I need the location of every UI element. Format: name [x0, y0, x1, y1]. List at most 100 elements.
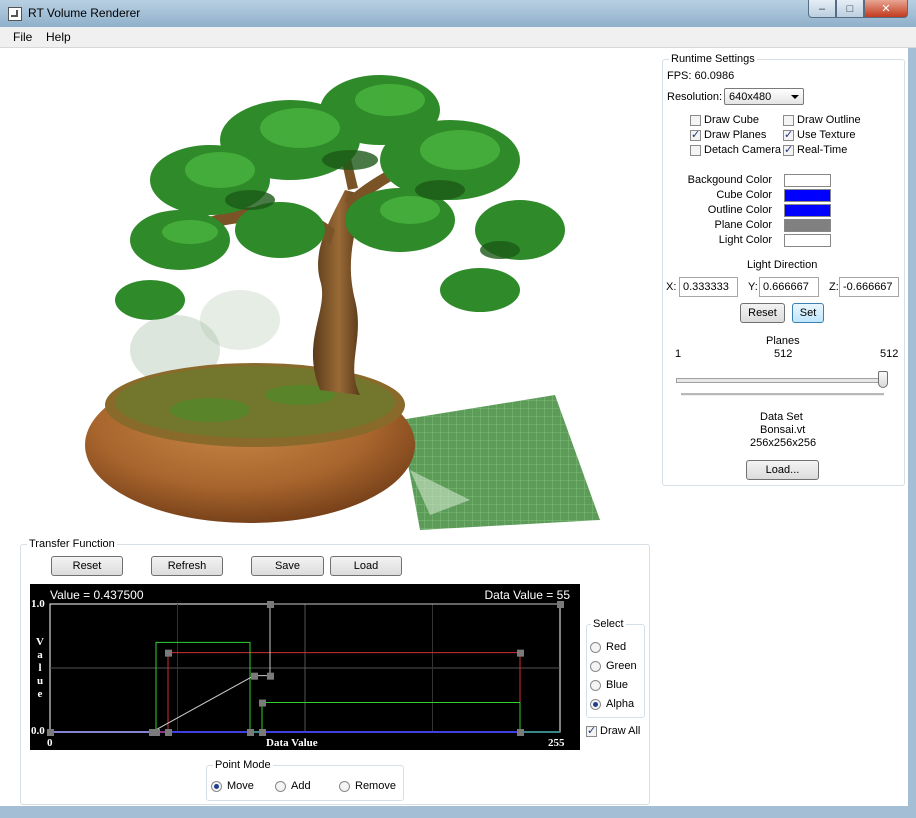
dataset-dims: 256x256x256: [750, 437, 817, 449]
control-point: [267, 672, 274, 680]
light-color-swatch[interactable]: [784, 234, 831, 247]
checkbox-box: [690, 114, 701, 126]
control-point: [247, 729, 254, 736]
planes-current: 512: [774, 348, 793, 360]
app-icon: [8, 7, 22, 21]
planes-min: 1: [675, 348, 682, 360]
fps-readout: FPS: 60.0986: [667, 70, 735, 82]
draw-outline-checkbox[interactable]: Draw Outline: [783, 114, 861, 126]
plane-color-swatch[interactable]: [784, 219, 831, 232]
planes-slider-track[interactable]: [676, 378, 888, 383]
planes-label: Planes: [766, 335, 800, 347]
tf-reset-button[interactable]: Reset: [51, 556, 123, 576]
point-mode-label: Point Mode: [213, 759, 273, 771]
y-axis-label: V a l u e: [35, 636, 45, 701]
control-point: [557, 601, 564, 608]
detach-camera-checkbox[interactable]: Detach Camera: [690, 144, 781, 156]
tf-save-button[interactable]: Save: [251, 556, 324, 576]
checkbox-box: [783, 128, 794, 141]
select-alpha-radio[interactable]: Alpha: [590, 698, 634, 710]
light-y-label: Y:: [748, 281, 758, 293]
title-bar[interactable]: RT Volume Renderer – □ ✕: [0, 0, 916, 28]
close-button[interactable]: ✕: [864, 0, 908, 18]
point-mode-remove-label: Remove: [355, 780, 396, 792]
render-viewport[interactable]: [0, 48, 655, 533]
select-red-label: Red: [606, 641, 627, 653]
draw-outline-label: Draw Outline: [797, 114, 861, 126]
planes-max: 512: [880, 348, 899, 360]
x-axis-min-label: 0: [47, 737, 53, 749]
checkbox-box: [690, 144, 701, 156]
select-green-radio[interactable]: Green: [590, 660, 637, 672]
menu-file[interactable]: File: [13, 30, 32, 44]
planes-slider-thumb[interactable]: [878, 371, 888, 388]
transfer-function-canvas[interactable]: [30, 584, 580, 750]
background-color-swatch[interactable]: [784, 174, 831, 187]
draw-planes-label: Draw Planes: [704, 129, 767, 141]
plane-color-label: Plane Color: [714, 219, 772, 231]
real-time-checkbox[interactable]: Real-Time: [783, 143, 848, 156]
radio-dot: [590, 698, 601, 710]
y-axis-letter: a: [37, 649, 43, 661]
value-readout: Value = 0.437500: [50, 588, 144, 602]
control-point: [153, 729, 160, 736]
transfer-function-plot[interactable]: Value = 0.437500 Data Value = 55 1.0 0.0…: [30, 584, 580, 750]
radio-dot: [590, 660, 601, 672]
select-alpha-label: Alpha: [606, 698, 635, 710]
y-axis-letter: e: [37, 688, 43, 700]
tf-load-button[interactable]: Load: [330, 556, 402, 576]
window-title: RT Volume Renderer: [28, 6, 141, 20]
select-blue-radio[interactable]: Blue: [590, 679, 628, 691]
point-mode-add-label: Add: [291, 780, 311, 792]
tf-refresh-button[interactable]: Refresh: [151, 556, 223, 576]
select-red-radio[interactable]: Red: [590, 641, 626, 653]
radio-dot: [275, 780, 286, 792]
real-time-label: Real-Time: [797, 144, 848, 156]
point-mode-move-radio[interactable]: Move: [211, 780, 254, 792]
light-y-input[interactable]: 0.666667: [759, 277, 819, 297]
select-green-label: Green: [606, 660, 637, 672]
y-axis-letter: V: [36, 636, 44, 648]
dataset-name: Bonsai.vt: [760, 424, 806, 436]
runtime-settings-label: Runtime Settings: [669, 53, 757, 65]
x-axis-label: Data Value: [266, 737, 318, 749]
light-z-input[interactable]: -0.666667: [839, 277, 899, 297]
light-direction-label: Light Direction: [747, 259, 818, 271]
cube-color-label: Cube Color: [716, 189, 772, 201]
minimize-button[interactable]: –: [808, 0, 836, 18]
chevron-down-icon: [791, 95, 799, 99]
resolution-label: Resolution:: [667, 91, 723, 103]
light-reset-button[interactable]: Reset: [740, 303, 785, 323]
point-mode-remove-radio[interactable]: Remove: [339, 780, 396, 792]
detach-camera-label: Detach Camera: [704, 144, 782, 156]
point-mode-move-label: Move: [227, 780, 254, 792]
draw-all-checkbox[interactable]: Draw All: [586, 724, 640, 737]
cube-color-swatch[interactable]: [784, 189, 831, 202]
dataset-load-button[interactable]: Load...: [746, 460, 819, 480]
light-z-label: Z:: [829, 281, 839, 293]
draw-cube-checkbox[interactable]: Draw Cube: [690, 114, 759, 126]
background-color-label: Backgound Color: [687, 174, 772, 186]
control-point: [517, 649, 524, 657]
checkbox-box: [783, 114, 794, 126]
dataset-label: Data Set: [760, 411, 803, 423]
outline-color-swatch[interactable]: [784, 204, 831, 217]
draw-planes-checkbox[interactable]: Draw Planes: [690, 128, 767, 141]
light-x-input[interactable]: 0.333333: [679, 277, 738, 297]
point-mode-add-radio[interactable]: Add: [275, 780, 311, 792]
light-set-button[interactable]: Set: [792, 303, 824, 323]
maximize-button[interactable]: □: [836, 0, 864, 18]
checkbox-box: [783, 143, 794, 156]
y-axis-letter: u: [36, 675, 44, 687]
control-point: [267, 601, 274, 608]
planes-slider-scale: [681, 393, 884, 396]
use-texture-checkbox[interactable]: Use Texture: [783, 128, 856, 141]
radio-dot: [339, 780, 350, 792]
menu-bar: File Help: [0, 27, 916, 48]
control-point: [165, 649, 172, 657]
transfer-function-label: Transfer Function: [27, 538, 117, 550]
radio-dot: [211, 780, 222, 792]
menu-help[interactable]: Help: [46, 30, 71, 44]
resolution-select[interactable]: 640x480: [724, 88, 804, 105]
y-axis-bottom-label: 0.0: [31, 725, 45, 737]
